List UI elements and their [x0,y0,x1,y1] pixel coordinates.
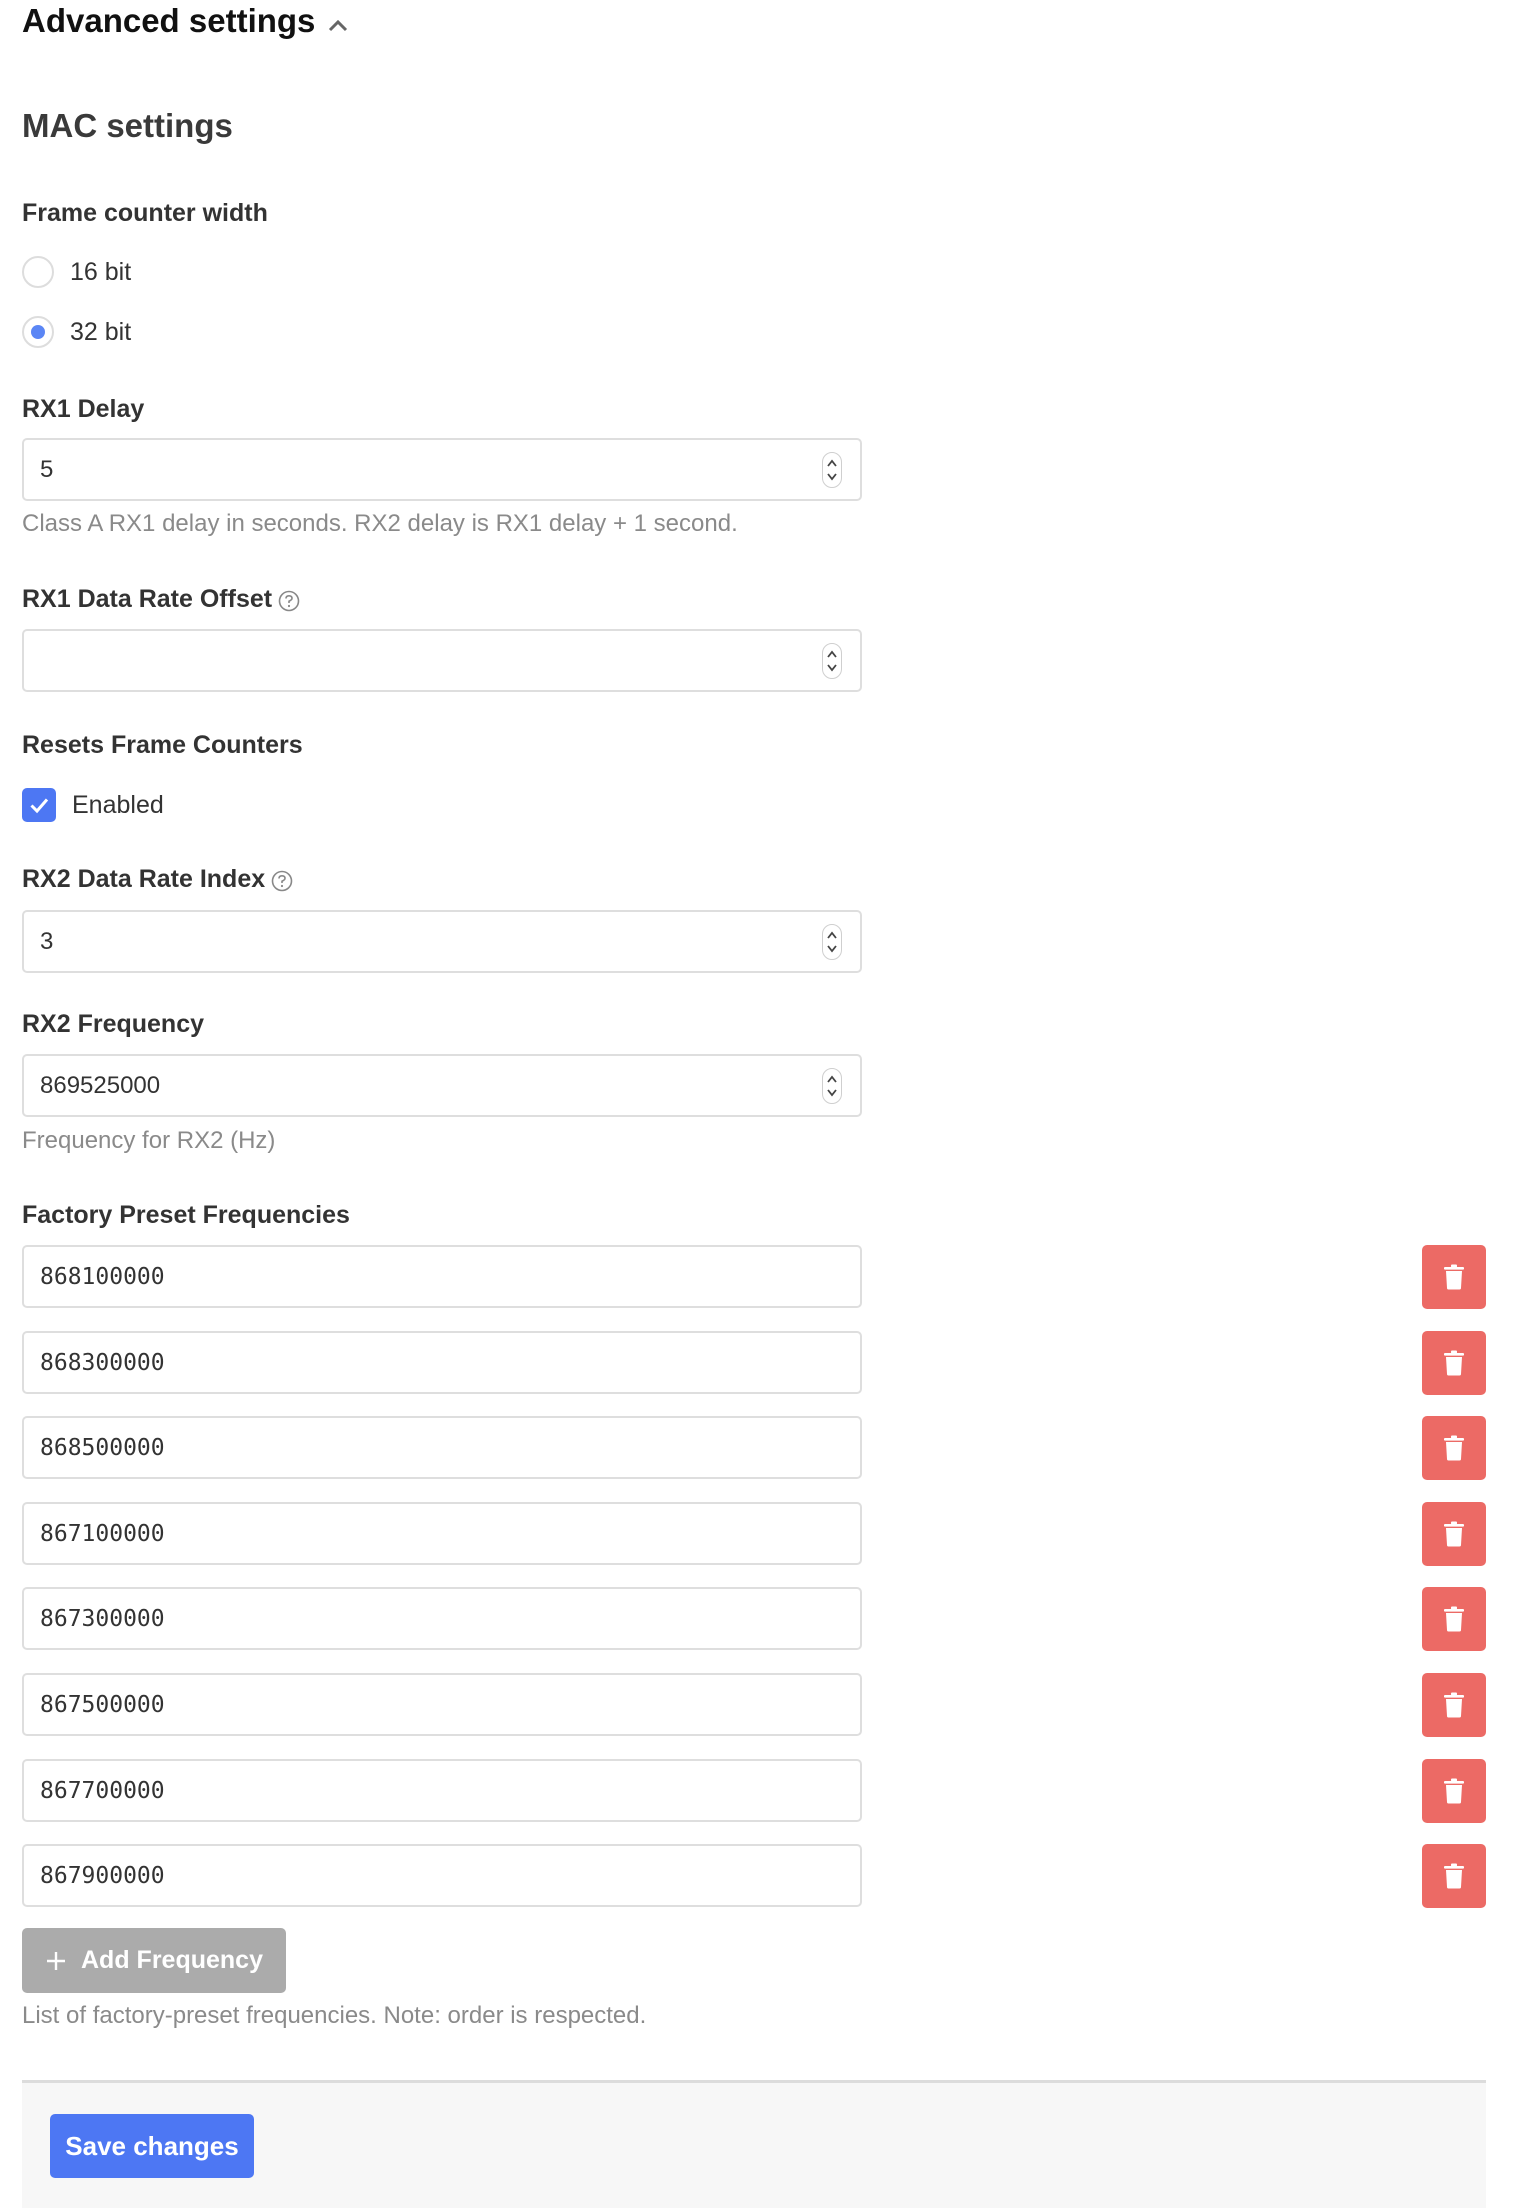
trash-icon [1444,1435,1464,1461]
frequency-value: 867900000 [40,1862,165,1889]
radio-32-bit[interactable]: 32 bit [22,314,131,350]
radio-label: 16 bit [70,257,132,286]
trash-icon [1444,1692,1464,1718]
frequency-value: 867300000 [40,1605,165,1632]
add-frequency-button[interactable]: Add Frequency [22,1928,286,1993]
number-spinner[interactable] [822,923,842,960]
spinner-arrows-icon [827,931,837,952]
radio-button[interactable] [22,256,54,288]
frequency-input[interactable]: 867900000 [22,1844,862,1907]
chevron-up-icon[interactable] [326,14,350,38]
trash-icon [1444,1264,1464,1290]
frequency-value: 868100000 [40,1263,165,1290]
frequency-input[interactable]: 867500000 [22,1673,862,1736]
spinner-arrows-icon [827,650,837,671]
frequency-input[interactable]: 868500000 [22,1416,862,1479]
factory-preset-hint: List of factory-preset frequencies. Note… [22,2002,647,2029]
frequency-value: 868300000 [40,1349,165,1376]
delete-frequency-button[interactable] [1422,1502,1486,1566]
number-spinner[interactable] [822,451,842,488]
radio-label: 32 bit [70,317,132,346]
frequency-value: 867500000 [40,1691,165,1718]
radio-button-selected[interactable] [22,316,54,348]
resets-frame-counters-checkbox-row[interactable]: Enabled [22,787,164,823]
rx2-frequency-label: RX2 Frequency [22,1010,205,1038]
frame-counter-width-label: Frame counter width [22,199,268,227]
frequency-input[interactable]: 867700000 [22,1759,862,1822]
rx1-delay-value: 5 [40,455,54,483]
delete-frequency-button[interactable] [1422,1759,1486,1823]
rx1-delay-input[interactable]: 5 [22,438,862,501]
add-frequency-label: Add Frequency [81,1946,263,1974]
label-text: RX1 Data Rate Offset [22,585,273,613]
resets-frame-counters-label: Resets Frame Counters [22,731,303,759]
frequency-input[interactable]: 868100000 [22,1245,862,1308]
question-circle-icon[interactable] [278,588,300,612]
spinner-arrows-icon [827,459,837,480]
frequency-input[interactable]: 867100000 [22,1502,862,1565]
rx2-frequency-value: 869525000 [40,1071,161,1099]
trash-icon [1444,1521,1464,1547]
rx2-data-rate-index-input[interactable]: 3 [22,910,862,973]
delete-frequency-button[interactable] [1422,1245,1486,1309]
rx2-frequency-hint: Frequency for RX2 (Hz) [22,1127,276,1154]
label-text: RX2 Data Rate Index [22,865,266,893]
number-spinner[interactable] [822,1067,842,1104]
delete-frequency-button[interactable] [1422,1416,1486,1480]
factory-preset-frequencies-label: Factory Preset Frequencies [22,1201,350,1229]
radio-16-bit[interactable]: 16 bit [22,254,131,290]
checkmark-icon [30,798,49,814]
trash-icon [1444,1606,1464,1632]
rx1-data-rate-offset-input[interactable] [22,629,862,692]
rx2-data-rate-index-value: 3 [40,927,54,955]
frequency-value: 867700000 [40,1777,165,1804]
spinner-arrows-icon [827,1075,837,1096]
delete-frequency-button[interactable] [1422,1844,1486,1908]
save-changes-button[interactable]: Save changes [50,2114,254,2178]
radio-dot [31,325,45,339]
trash-icon [1444,1863,1464,1889]
rx1-delay-hint: Class A RX1 delay in seconds. RX2 delay … [22,510,738,537]
trash-icon [1444,1350,1464,1376]
rx2-data-rate-index-label: RX2 Data Rate Index [22,863,293,895]
rx1-data-rate-offset-label: RX1 Data Rate Offset [22,583,300,615]
delete-frequency-button[interactable] [1422,1673,1486,1737]
checkbox-label: Enabled [72,790,164,819]
rx1-delay-label: RX1 Delay [22,395,145,423]
enabled-checkbox[interactable] [22,788,56,822]
mac-settings-title: MAC settings [22,107,233,144]
delete-frequency-button[interactable] [1422,1331,1486,1395]
trash-icon [1444,1778,1464,1804]
frequency-value: 867100000 [40,1520,165,1547]
advanced-settings-title[interactable]: Advanced settings [22,0,315,42]
frequency-input[interactable]: 867300000 [22,1587,862,1650]
delete-frequency-button[interactable] [1422,1587,1486,1651]
frequency-value: 868500000 [40,1434,165,1461]
question-circle-icon[interactable] [271,868,293,892]
rx2-frequency-input[interactable]: 869525000 [22,1054,862,1117]
plus-icon [47,1951,65,1970]
number-spinner[interactable] [822,642,842,679]
form-footer: Save changes [22,2080,1486,2208]
frequency-input[interactable]: 868300000 [22,1331,862,1394]
